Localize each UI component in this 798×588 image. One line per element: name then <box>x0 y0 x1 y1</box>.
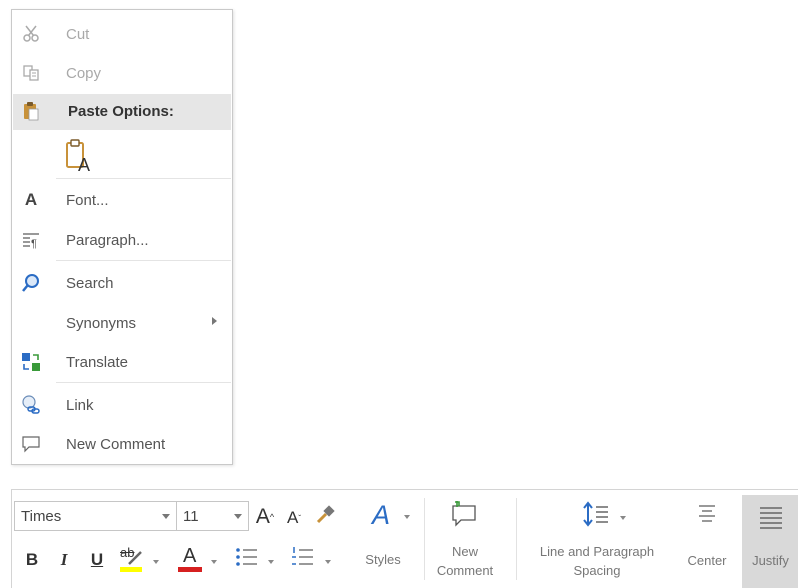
shrink-font-icon: A <box>286 508 299 527</box>
align-center-icon <box>696 503 718 530</box>
menu-item-label: Translate <box>66 354 128 371</box>
underline-button[interactable]: U <box>87 548 107 572</box>
menu-separator <box>56 382 231 383</box>
align-justify-icon <box>758 504 784 535</box>
new-comment-button[interactable] <box>448 500 480 532</box>
justify-label: Justify <box>752 553 789 568</box>
link-icon <box>21 395 41 415</box>
menu-item-label: Search <box>66 275 114 292</box>
svg-text:A: A <box>78 155 90 173</box>
translate-icon <box>21 352 41 372</box>
highlight-button[interactable]: ab <box>118 544 146 574</box>
chevron-down-icon <box>404 515 410 519</box>
italic-button[interactable]: I <box>54 548 74 572</box>
justify-button[interactable]: Justify <box>742 495 798 588</box>
scissors-icon <box>21 24 41 44</box>
new-comment-label-line1: New <box>451 544 478 559</box>
search-icon <box>21 273 41 293</box>
menu-separator <box>56 260 231 261</box>
font-name-dropdown[interactable]: Times <box>14 501 177 531</box>
svg-text:¶: ¶ <box>31 238 37 249</box>
comment-icon <box>21 434 41 454</box>
line-spacing-label-line1: Line and Paragraph <box>539 544 655 559</box>
menu-item-font[interactable]: A Font... <box>13 183 231 217</box>
chevron-down-icon <box>211 560 217 564</box>
menu-item-label: Link <box>66 397 94 414</box>
font-color-icon: A <box>177 545 203 573</box>
menu-item-cut[interactable]: Cut <box>13 17 231 51</box>
font-color-button[interactable]: A <box>176 544 204 574</box>
menu-item-paste-options: Paste Options: <box>13 94 231 130</box>
divider <box>516 498 517 580</box>
menu-item-label: Paragraph... <box>66 232 149 249</box>
menu-item-label: Synonyms <box>66 315 137 332</box>
paste-keep-text-only-button[interactable]: A <box>62 136 96 176</box>
bullets-button[interactable] <box>232 546 262 572</box>
new-comment-label[interactable]: New Comment <box>430 542 500 580</box>
chevron-down-icon <box>234 514 242 519</box>
line-spacing-button[interactable] <box>580 500 614 532</box>
numbered-list-icon <box>291 546 315 573</box>
context-menu: Cut Copy Paste Options: A A Font... ¶ Pa… <box>11 9 233 465</box>
styles-label[interactable]: Styles <box>358 550 408 569</box>
menu-separator <box>56 178 231 179</box>
chevron-down-icon <box>153 560 159 564</box>
chevron-down-icon <box>162 514 170 519</box>
paste-text-only-icon: A <box>65 139 97 178</box>
line-spacing-label[interactable]: Line and Paragraph Spacing <box>522 542 672 580</box>
highlighter-icon: ab <box>119 545 145 573</box>
menu-item-new-comment[interactable]: New Comment <box>13 427 231 461</box>
numbering-button[interactable] <box>288 546 318 572</box>
center-label[interactable]: Center <box>678 551 736 570</box>
bullet-list-icon <box>235 546 259 573</box>
menu-item-label: Paste Options: <box>68 103 174 120</box>
clipboard-icon <box>21 101 41 121</box>
menu-item-label: Copy <box>66 65 102 82</box>
menu-item-synonyms[interactable]: Synonyms <box>13 306 231 340</box>
styles-icon-button[interactable]: A <box>366 499 396 531</box>
new-comment-label-line2: Comment <box>436 563 494 578</box>
italic-icon: I <box>60 550 68 569</box>
menu-item-copy[interactable]: Copy <box>13 56 231 90</box>
grow-font-icon: A <box>255 505 270 528</box>
comment-icon <box>450 500 478 532</box>
line-spacing-icon <box>582 500 612 532</box>
copy-icon <box>21 63 41 83</box>
bold-button[interactable]: B <box>22 548 42 572</box>
chevron-down-icon <box>620 516 626 520</box>
styles-icon: A <box>371 499 390 530</box>
chevron-down-icon <box>268 560 274 564</box>
menu-item-search[interactable]: Search <box>13 266 231 300</box>
bold-icon: B <box>25 550 39 569</box>
line-spacing-label-line2: Spacing <box>573 563 621 578</box>
center-button[interactable] <box>692 502 722 530</box>
underline-icon: U <box>90 550 104 569</box>
submenu-arrow-icon <box>212 317 217 325</box>
mini-toolbar: Times 11 A ^ Aˇ A Styles New Comment Lin… <box>11 489 798 588</box>
menu-item-link[interactable]: Link <box>13 388 231 422</box>
paintbrush-icon <box>314 504 336 531</box>
font-color-glyph: A <box>183 545 197 567</box>
format-painter-button[interactable] <box>312 504 338 530</box>
menu-item-label: Cut <box>66 26 90 43</box>
menu-item-label: New Comment <box>66 436 166 453</box>
paragraph-icon: ¶ <box>21 230 41 250</box>
font-icon: A <box>24 190 38 209</box>
font-size-dropdown[interactable]: 11 <box>176 501 249 531</box>
menu-item-label: Font... <box>66 192 109 209</box>
font-size-value: 11 <box>183 508 199 525</box>
chevron-down-icon <box>325 560 331 564</box>
shrink-font-button[interactable]: Aˇ <box>282 506 306 530</box>
menu-item-translate[interactable]: Translate <box>13 345 231 379</box>
font-color-swatch <box>178 567 202 572</box>
divider <box>424 498 425 580</box>
menu-item-paragraph[interactable]: ¶ Paragraph... <box>13 223 231 257</box>
font-name-value: Times <box>21 508 62 525</box>
grow-font-button[interactable]: A ^ <box>252 504 278 530</box>
